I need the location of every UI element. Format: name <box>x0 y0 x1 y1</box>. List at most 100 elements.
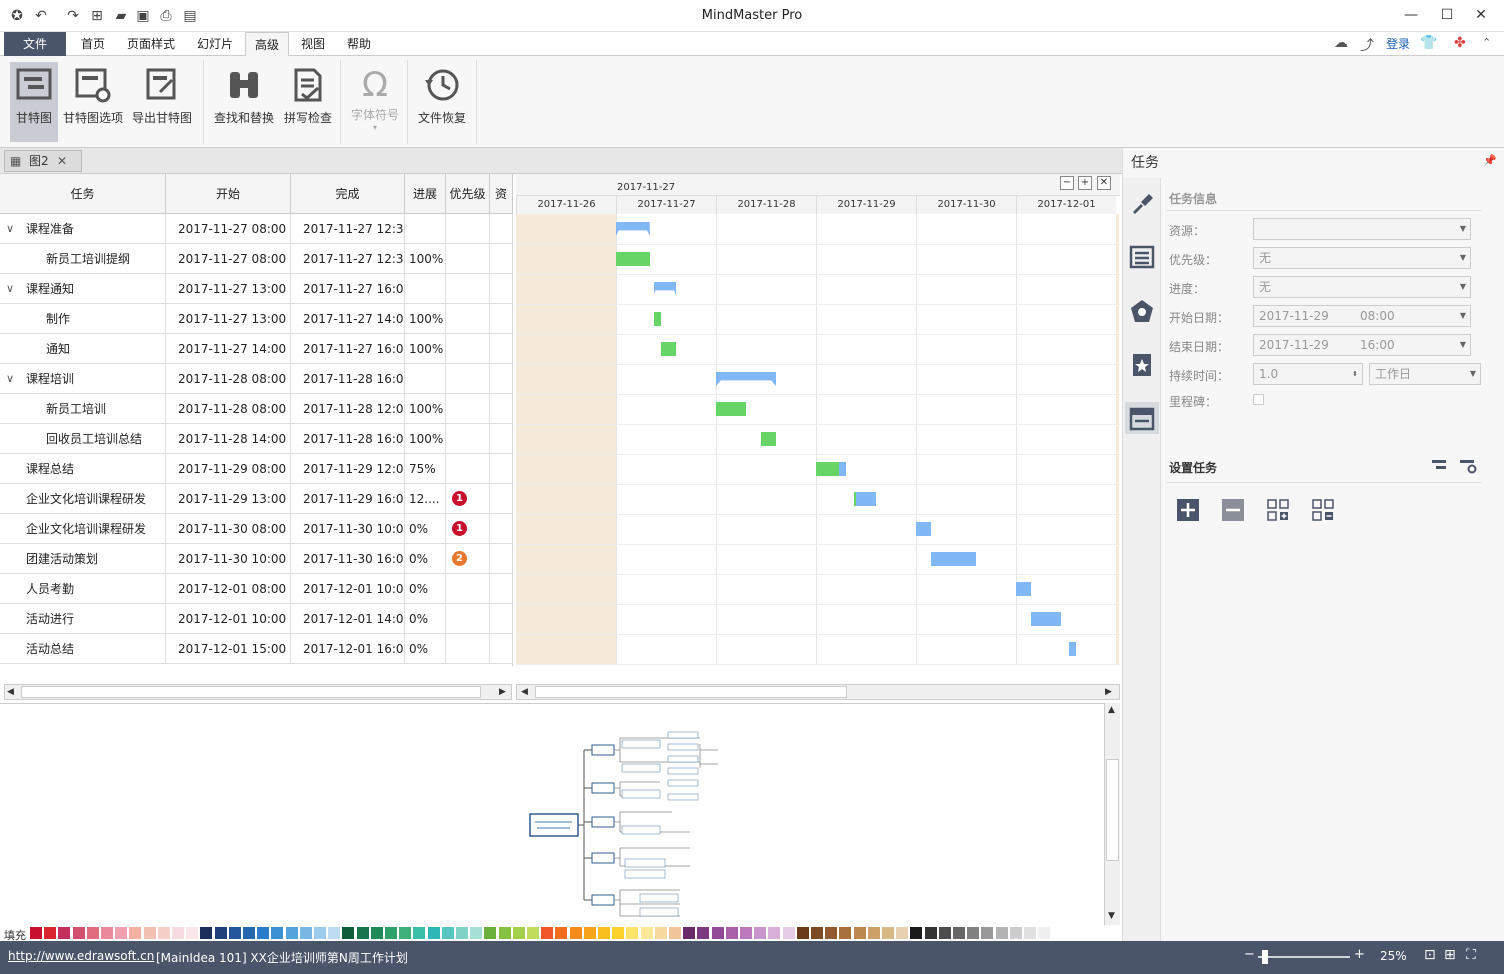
column-header-progress[interactable]: 进展 <box>405 174 446 214</box>
spell-check-button[interactable]: 拼写检查 <box>282 62 334 142</box>
gantt-options-button[interactable]: 甘特图选项 <box>62 62 124 142</box>
color-swatch[interactable] <box>583 927 596 939</box>
chart-scroll-thumb[interactable] <box>535 686 847 698</box>
color-swatch[interactable] <box>867 927 880 939</box>
color-swatch[interactable] <box>200 927 213 939</box>
minimize-button[interactable]: — <box>1396 4 1426 26</box>
file-recovery-button[interactable]: 文件恢复 <box>414 62 470 142</box>
color-swatch[interactable] <box>44 927 57 939</box>
share-icon[interactable]: ⤴ <box>1360 35 1374 55</box>
expand-chevron-icon[interactable]: ∨ <box>6 364 14 394</box>
color-swatch[interactable] <box>172 927 184 939</box>
color-swatch[interactable] <box>243 927 255 939</box>
table-row[interactable]: 企业文化培训课程研发 2017-11-30 08:00 2017-11-30 10:… <box>0 514 513 544</box>
zoom-out-icon[interactable]: − <box>1244 947 1255 962</box>
scroll-right-icon[interactable]: ▶ <box>1105 685 1112 699</box>
menu-file[interactable]: 文件 <box>4 32 66 56</box>
color-swatch[interactable] <box>271 927 284 939</box>
color-swatch[interactable] <box>640 927 653 939</box>
cloud-icon[interactable]: ☁ <box>1334 35 1348 51</box>
pin-icon[interactable]: 📌 <box>1483 154 1497 167</box>
expand-chevron-icon[interactable]: ∨ <box>6 214 14 244</box>
color-swatch[interactable] <box>498 927 511 939</box>
color-swatch[interactable] <box>853 927 866 939</box>
fit-width-icon[interactable]: ⊞ <box>1444 947 1456 963</box>
color-swatch[interactable] <box>967 927 980 939</box>
table-row[interactable]: 活动总结 2017-12-01 15:00 2017-12-01 16:00 0% <box>0 634 513 664</box>
color-swatch[interactable] <box>214 927 227 939</box>
fullscreen-icon[interactable]: ⛶ <box>1466 947 1476 963</box>
close-button[interactable]: ✕ <box>1466 4 1496 26</box>
color-swatch[interactable] <box>924 927 937 939</box>
color-swatch[interactable] <box>711 927 724 939</box>
color-swatch[interactable] <box>186 927 199 939</box>
scroll-left-icon[interactable]: ◀ <box>521 685 528 699</box>
table-row[interactable]: 新员工培训 2017-11-28 08:00 2017-11-28 12:00 100… <box>0 394 513 424</box>
color-swatch[interactable] <box>143 927 156 939</box>
zoom-slider[interactable] <box>1258 956 1350 958</box>
color-swatch[interactable] <box>796 927 809 939</box>
column-header-priority[interactable]: 优先级 <box>446 174 490 214</box>
color-swatch[interactable] <box>115 927 128 939</box>
menu-slides[interactable]: 幻灯片 <box>190 32 240 56</box>
brush-icon[interactable] <box>1129 190 1155 216</box>
color-swatch[interactable] <box>740 927 752 939</box>
table-row[interactable]: 制作 2017-11-27 13:00 2017-11-27 14:00 100% <box>0 304 513 334</box>
color-swatch[interactable] <box>399 927 412 939</box>
color-swatch[interactable] <box>512 927 525 939</box>
color-swatch[interactable] <box>768 927 781 939</box>
color-swatch[interactable] <box>58 927 71 939</box>
color-swatch[interactable] <box>754 927 767 939</box>
gantt-task-bar[interactable] <box>916 522 931 536</box>
progress-select[interactable]: 无 ▼ <box>1253 276 1471 298</box>
website-link[interactable]: http://www.edrawsoft.cn <box>8 949 154 963</box>
table-row[interactable]: 团建活动策划 2017-11-30 10:00 2017-11-30 16:00 0%… <box>0 544 513 574</box>
color-swatch[interactable] <box>86 927 99 939</box>
color-swatch[interactable] <box>342 927 355 939</box>
menu-home[interactable]: 首页 <box>74 32 112 56</box>
duration-unit-select[interactable]: 工作日 ▼ <box>1369 363 1481 385</box>
color-swatch[interactable] <box>1024 927 1036 939</box>
table-scroll-thumb[interactable] <box>21 686 481 698</box>
mark-icon[interactable] <box>1129 352 1155 378</box>
color-swatch[interactable] <box>541 927 554 939</box>
color-swatch[interactable] <box>953 927 965 939</box>
canvas-scroll-thumb[interactable] <box>1106 759 1119 861</box>
table-row[interactable]: 通知 2017-11-27 14:00 2017-11-27 16:00 100% <box>0 334 513 364</box>
export-gantt-button[interactable]: 导出甘特图 <box>130 62 194 142</box>
color-swatch[interactable] <box>129 927 142 939</box>
add-task-icon[interactable] <box>1177 499 1199 521</box>
color-swatch[interactable] <box>370 927 383 939</box>
skin-icon[interactable]: 👕 <box>1420 35 1437 51</box>
color-swatch[interactable] <box>938 927 951 939</box>
menu-view[interactable]: 视图 <box>294 32 332 56</box>
gantt-task-bar[interactable] <box>661 342 676 356</box>
start-date-picker[interactable]: 2017-11-29 08:00 ▼ <box>1253 305 1471 327</box>
column-header-task[interactable]: 任务 <box>0 174 166 214</box>
zoom-in-icon[interactable]: + <box>1354 947 1365 962</box>
milestone-checkbox[interactable] <box>1253 394 1264 405</box>
gantt-task-bar[interactable] <box>816 462 846 476</box>
fit-page-icon[interactable]: ⊡ <box>1424 947 1436 963</box>
color-swatch[interactable] <box>385 927 397 939</box>
mind-map-canvas[interactable] <box>0 703 1120 925</box>
gantt-summary-bar[interactable] <box>616 222 650 236</box>
duration-input[interactable]: 1.0 ⬍ <box>1253 363 1363 385</box>
color-swatch[interactable] <box>427 927 440 939</box>
color-swatch[interactable] <box>228 927 241 939</box>
zoom-out-button[interactable]: − <box>1060 176 1074 190</box>
color-swatch[interactable] <box>328 927 341 939</box>
color-swatch[interactable] <box>896 927 909 939</box>
collapse-ribbon-icon[interactable]: ⌃ <box>1482 36 1491 49</box>
color-swatch[interactable] <box>356 927 369 939</box>
color-swatch[interactable] <box>413 927 426 939</box>
scroll-left-icon[interactable]: ◀ <box>7 685 14 699</box>
color-swatch[interactable] <box>470 927 483 939</box>
resource-select[interactable]: ▼ <box>1253 218 1471 240</box>
gantt-task-bar[interactable] <box>1016 582 1031 596</box>
scroll-right-icon[interactable]: ▶ <box>499 685 506 699</box>
table-row[interactable]: ∨ 课程通知 2017-11-27 13:00 2017-11-27 16:00 <box>0 274 513 304</box>
table-row[interactable]: ∨ 课程准备 2017-11-27 08:00 2017-11-27 12:30 <box>0 214 513 244</box>
gantt-task-bar[interactable] <box>716 402 746 416</box>
color-swatch[interactable] <box>981 927 994 939</box>
